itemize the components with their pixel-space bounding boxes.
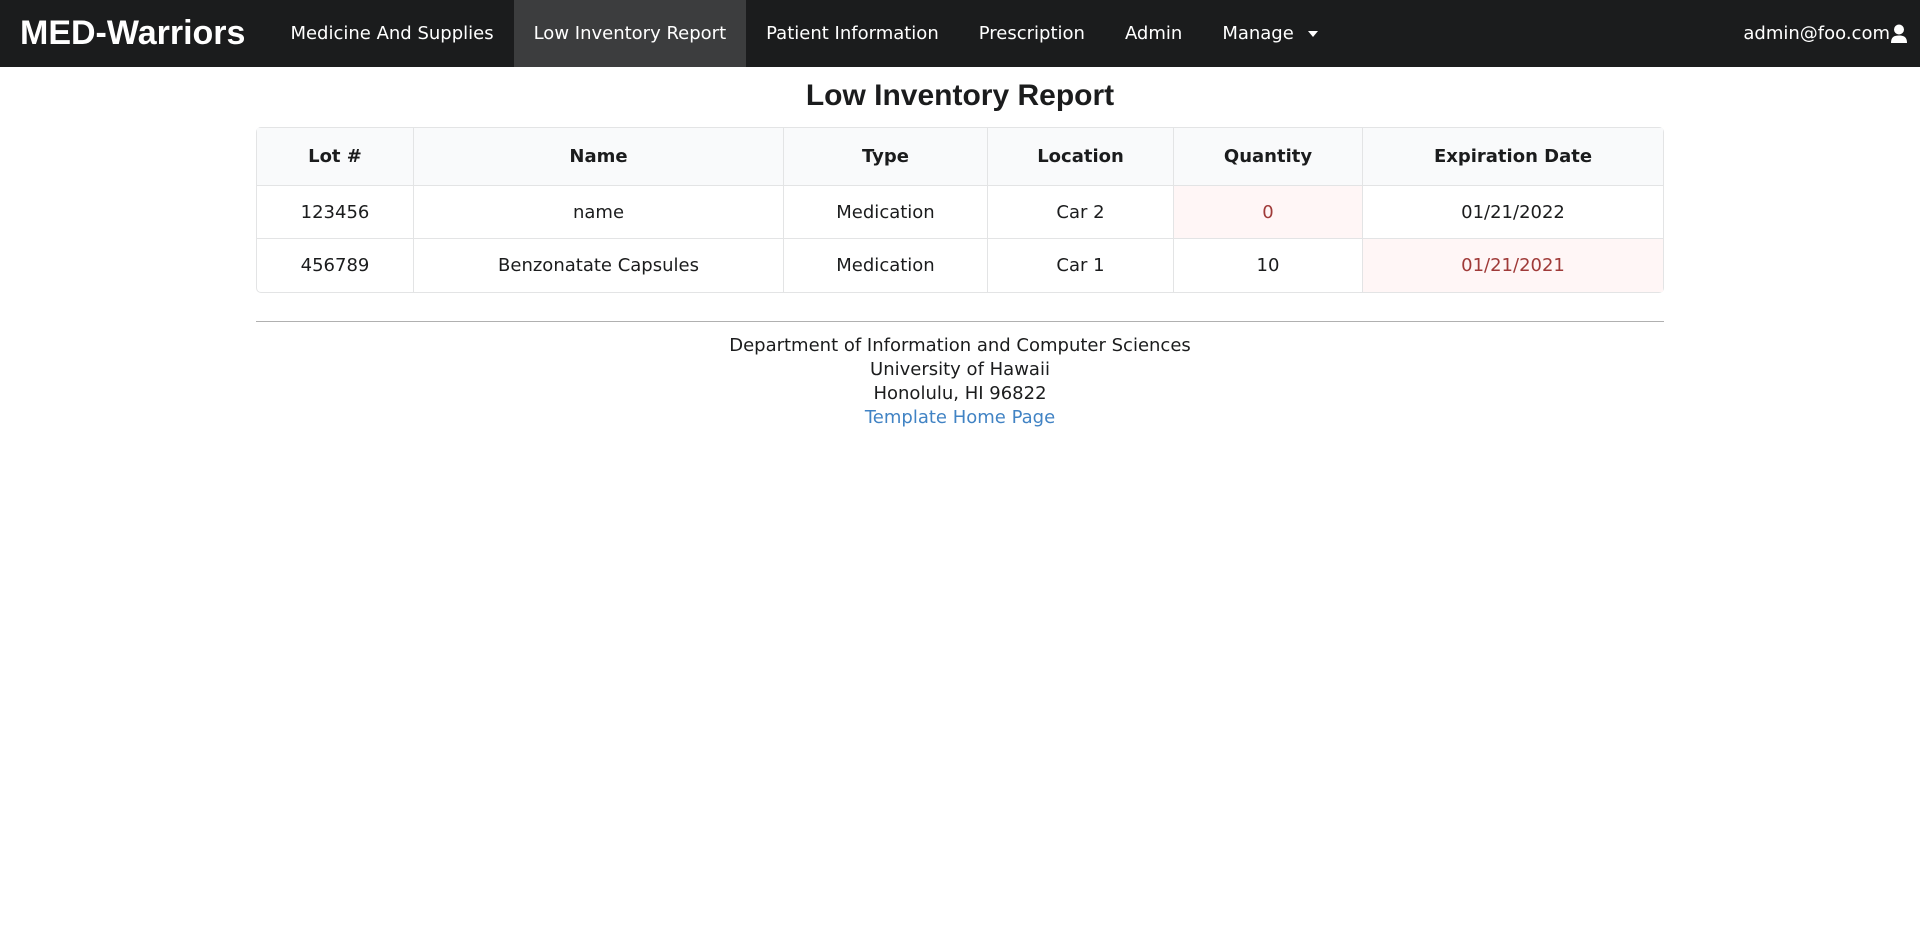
- cell-expiration-expired: 01/21/2021: [1362, 239, 1663, 292]
- nav-item-prescription[interactable]: Prescription: [959, 0, 1105, 67]
- table-header-row: Lot # Name Type Location Quantity Expira…: [257, 128, 1663, 186]
- column-header-expiration-date: Expiration Date: [1362, 128, 1663, 186]
- column-header-name: Name: [413, 128, 783, 186]
- user-menu[interactable]: admin@foo.com: [1743, 0, 1908, 67]
- caret-down-icon: [1307, 30, 1318, 37]
- nav-item-manage-dropdown[interactable]: Manage: [1202, 0, 1338, 67]
- footer-address: Honolulu, HI 96822: [873, 383, 1047, 404]
- cell-lot: 123456: [257, 186, 413, 239]
- nav-item-low-inventory-report[interactable]: Low Inventory Report: [513, 0, 747, 67]
- cell-type: Medication: [783, 239, 987, 292]
- nav-menu: Medicine And Supplies Low Inventory Repo…: [270, 0, 1337, 67]
- table-row: 456789 Benzonatate Capsules Medication C…: [257, 239, 1663, 292]
- footer-university: University of Hawaii: [870, 359, 1050, 380]
- brand-logo[interactable]: MED-Warriors: [0, 0, 265, 67]
- cell-lot: 456789: [300, 255, 370, 276]
- footer-department: Department of Information and Computer S…: [729, 335, 1191, 356]
- manage-label: Manage: [1222, 23, 1294, 44]
- top-navbar: MED-Warriors Medicine And Supplies Low I…: [0, 0, 1920, 67]
- footer: Department of Information and Computer S…: [256, 321, 1664, 430]
- column-header-lot: Lot #: [257, 128, 413, 186]
- cell-quantity: 10: [1173, 239, 1362, 292]
- column-header-type: Type: [783, 128, 987, 186]
- cell-location: Car 1: [987, 239, 1173, 292]
- user-email: admin@foo.com: [1743, 23, 1890, 44]
- page-title: Low Inventory Report: [805, 79, 1115, 112]
- cell-location: Car 2: [987, 186, 1173, 239]
- cell-type: Medication: [783, 186, 987, 239]
- nav-item-patient-information[interactable]: Patient Information: [746, 0, 959, 67]
- low-inventory-table: Lot # Name Type Location Quantity Expira…: [256, 127, 1664, 293]
- column-header-quantity: Quantity: [1173, 128, 1362, 186]
- nav-item-admin[interactable]: Admin: [1105, 0, 1202, 67]
- cell-expiration: 01/21/2022: [1362, 186, 1663, 239]
- template-home-page-link[interactable]: Template Home Page: [256, 406, 1664, 430]
- column-header-location: Location: [987, 128, 1173, 186]
- table-row: 123456 name Medication Car 2 0 01/21/202…: [257, 186, 1663, 239]
- nav-item-medicine-and-supplies[interactable]: Medicine And Supplies: [270, 0, 513, 67]
- cell-name: name: [413, 186, 783, 239]
- main-content: Low Inventory Report Lot # Name Type Loc…: [256, 79, 1664, 293]
- cell-quantity-low: 0: [1173, 186, 1362, 239]
- cell-name: Benzonatate Capsules: [413, 239, 783, 292]
- user-icon: [1890, 24, 1908, 44]
